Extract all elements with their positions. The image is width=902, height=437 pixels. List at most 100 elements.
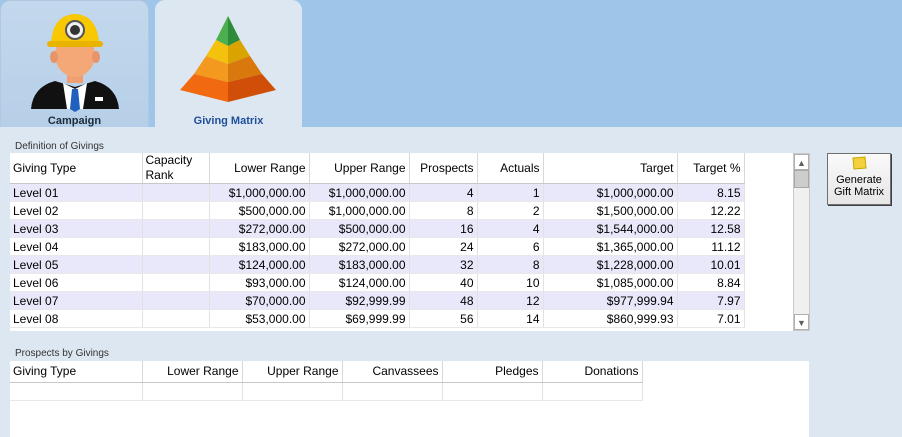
table-cell[interactable]: 7.97	[677, 291, 745, 310]
table-cell[interactable]: 48	[409, 291, 478, 310]
table-cell[interactable]: 32	[409, 255, 478, 274]
table-cell[interactable]: 7.01	[677, 309, 745, 328]
table-cell[interactable]	[142, 183, 210, 202]
col-giving-type[interactable]: Giving Type	[10, 153, 143, 184]
table-cell[interactable]: Level 05	[10, 255, 143, 274]
col-pledges[interactable]: Pledges	[442, 361, 543, 383]
table-cell[interactable]: $272,000.00	[209, 219, 310, 238]
table-row[interactable]: Level 07 $70,000.00 $92,999.99 48 12 $977,999…	[10, 291, 745, 310]
table-cell[interactable]	[142, 273, 210, 292]
table-cell[interactable]: $53,000.00	[209, 309, 310, 328]
table-cell[interactable]: Level 06	[10, 273, 143, 292]
table-cell[interactable]	[142, 237, 210, 256]
col-upper-range[interactable]: Upper Range	[242, 361, 343, 383]
table-cell[interactable]: 14	[477, 309, 544, 328]
table-cell[interactable]: $183,000.00	[309, 255, 410, 274]
table-cell[interactable]	[142, 291, 210, 310]
table-cell[interactable]: 1	[477, 183, 544, 202]
col-actuals[interactable]: Actuals	[477, 153, 544, 184]
table-cell[interactable]: Level 02	[10, 201, 143, 220]
col-target[interactable]: Target	[543, 153, 678, 184]
table-cell[interactable]: $1,000,000.00	[543, 183, 678, 202]
table-cell[interactable]	[10, 382, 143, 401]
table-cell[interactable]: 8.15	[677, 183, 745, 202]
table-row[interactable]: Level 05 $124,000.00 $183,000.00 32 8 $1,228,…	[10, 255, 745, 274]
table-cell[interactable]: $500,000.00	[209, 201, 310, 220]
table-cell[interactable]: $92,999.99	[309, 291, 410, 310]
table-cell[interactable]: 10	[477, 273, 544, 292]
table-cell[interactable]: 12	[477, 291, 544, 310]
table-cell[interactable]	[142, 255, 210, 274]
col-upper-range[interactable]: Upper Range	[309, 153, 410, 184]
table-cell[interactable]: Level 04	[10, 237, 143, 256]
table-cell[interactable]: 56	[409, 309, 478, 328]
table-cell[interactable]: $500,000.00	[309, 219, 410, 238]
generate-gift-matrix-button[interactable]: Generate Gift Matrix	[827, 153, 891, 205]
scroll-thumb[interactable]	[794, 170, 809, 188]
tab-campaign[interactable]: Campaign	[0, 0, 149, 127]
table-cell[interactable]	[142, 201, 210, 220]
table-cell[interactable]: $183,000.00	[209, 237, 310, 256]
table-cell[interactable]: 16	[409, 219, 478, 238]
scroll-down-icon[interactable]: ▼	[794, 314, 809, 330]
col-donations[interactable]: Donations	[542, 361, 643, 383]
col-lower-range[interactable]: Lower Range	[209, 153, 310, 184]
table-cell[interactable]: $1,544,000.00	[543, 219, 678, 238]
table-cell[interactable]: $124,000.00	[209, 255, 310, 274]
col-lower-range[interactable]: Lower Range	[142, 361, 243, 383]
table-cell[interactable]: 40	[409, 273, 478, 292]
table-cell[interactable]	[442, 382, 543, 401]
table-cell[interactable]: 4	[409, 183, 478, 202]
table-cell[interactable]	[342, 382, 443, 401]
table-cell[interactable]: 12.58	[677, 219, 745, 238]
table-cell[interactable]: $70,000.00	[209, 291, 310, 310]
table-row[interactable]: Level 02 $500,000.00 $1,000,000.00 8 2 $1,500…	[10, 201, 745, 220]
table-cell[interactable]: $272,000.00	[309, 237, 410, 256]
table-cell[interactable]: 12.22	[677, 201, 745, 220]
table-cell[interactable]: $977,999.94	[543, 291, 678, 310]
table-row[interactable]	[10, 382, 643, 401]
table-cell[interactable]: Level 03	[10, 219, 143, 238]
table-cell[interactable]: $1,228,000.00	[543, 255, 678, 274]
tab-giving-matrix[interactable]: Giving Matrix	[155, 0, 302, 127]
col-prospects[interactable]: Prospects	[409, 153, 478, 184]
table-cell[interactable]: 10.01	[677, 255, 745, 274]
table-cell[interactable]: Level 08	[10, 309, 143, 328]
table-cell[interactable]: Level 07	[10, 291, 143, 310]
table-cell[interactable]: $1,000,000.00	[309, 183, 410, 202]
table-cell[interactable]: Level 01	[10, 183, 143, 202]
table-cell[interactable]: $1,000,000.00	[209, 183, 310, 202]
table-cell[interactable]: 8	[477, 255, 544, 274]
table-cell[interactable]: $860,999.93	[543, 309, 678, 328]
table-row[interactable]: Level 03 $272,000.00 $500,000.00 16 4 $1,544,…	[10, 219, 745, 238]
table-cell[interactable]: 8.84	[677, 273, 745, 292]
table-row[interactable]: Level 04 $183,000.00 $272,000.00 24 6 $1,365,…	[10, 237, 745, 256]
table-cell[interactable]: 4	[477, 219, 544, 238]
table-cell[interactable]: 8	[409, 201, 478, 220]
table-cell[interactable]: $93,000.00	[209, 273, 310, 292]
table-cell[interactable]: $1,085,000.00	[543, 273, 678, 292]
table-cell[interactable]	[142, 219, 210, 238]
table-row[interactable]: Level 08 $53,000.00 $69,999.99 56 14 $860,999…	[10, 309, 745, 328]
table-cell[interactable]: $1,000,000.00	[309, 201, 410, 220]
table-cell[interactable]: $1,500,000.00	[543, 201, 678, 220]
table-cell[interactable]: $69,999.99	[309, 309, 410, 328]
table-cell[interactable]: 24	[409, 237, 478, 256]
table-cell[interactable]	[142, 309, 210, 328]
col-target-percent[interactable]: Target %	[677, 153, 745, 184]
table-cell[interactable]: $124,000.00	[309, 273, 410, 292]
table-cell[interactable]: 6	[477, 237, 544, 256]
table-row[interactable]: Level 01 $1,000,000.00 $1,000,000.00 4 1 $1,0…	[10, 183, 745, 202]
scroll-up-icon[interactable]: ▲	[794, 154, 809, 170]
definition-scrollbar[interactable]: ▲ ▼	[793, 153, 810, 331]
table-row[interactable]: Level 06 $93,000.00 $124,000.00 40 10 $1,085,…	[10, 273, 745, 292]
table-cell[interactable]	[242, 382, 343, 401]
table-cell[interactable]	[142, 382, 243, 401]
col-canvassees[interactable]: Canvassees	[342, 361, 443, 383]
table-cell[interactable]: 11.12	[677, 237, 745, 256]
table-cell[interactable]	[542, 382, 643, 401]
prospects-grid[interactable]: Giving Type Lower Range Upper Range Canv…	[10, 361, 809, 437]
definition-grid[interactable]: Giving Type Capacity Rank Lower Range Up…	[10, 153, 794, 331]
table-cell[interactable]: $1,365,000.00	[543, 237, 678, 256]
table-cell[interactable]: 2	[477, 201, 544, 220]
